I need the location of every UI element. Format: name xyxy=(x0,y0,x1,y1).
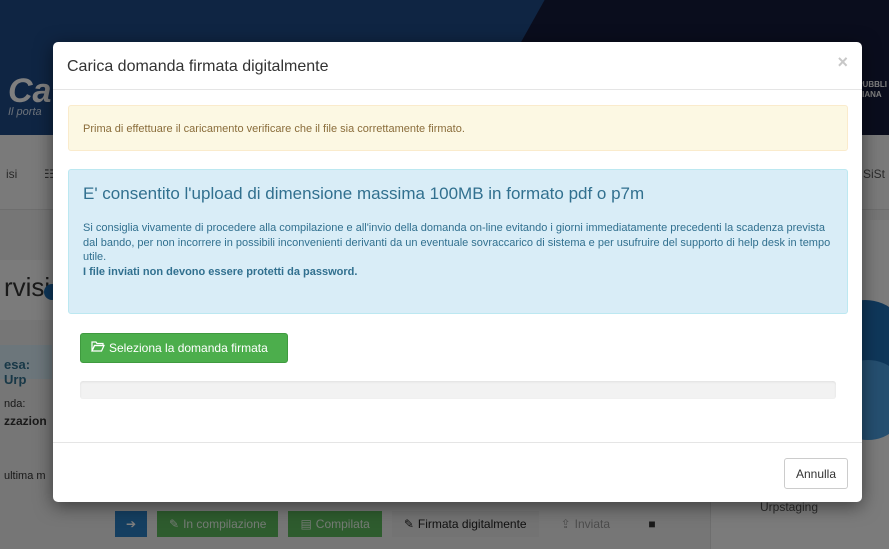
dialog-title: Carica domanda firmata digitalmente xyxy=(67,58,329,75)
warning-alert: Prima di effettuare il caricamento verif… xyxy=(68,105,848,151)
folder-open-icon xyxy=(91,341,105,355)
cancel-button[interactable]: Annulla xyxy=(784,458,848,489)
advice-text: Si consiglia vivamente di procedere alla… xyxy=(83,222,831,263)
select-signed-file-button[interactable]: Seleziona la domanda firmata xyxy=(80,333,288,363)
close-icon[interactable]: × xyxy=(837,52,848,73)
upload-progress-bar xyxy=(80,381,836,399)
select-button-label: Seleziona la domanda firmata xyxy=(109,341,268,355)
dialog-footer: Annulla xyxy=(53,442,862,502)
info-alert: E' consentito l'upload di dimensione mas… xyxy=(68,169,848,314)
dialog-header: Carica domanda firmata digitalmente × xyxy=(53,42,862,90)
password-note: I file inviati non devono essere protett… xyxy=(83,265,358,278)
upload-dialog: Carica domanda firmata digitalmente × Pr… xyxy=(53,42,862,502)
upload-limit-heading: E' consentito l'upload di dimensione mas… xyxy=(83,184,645,203)
